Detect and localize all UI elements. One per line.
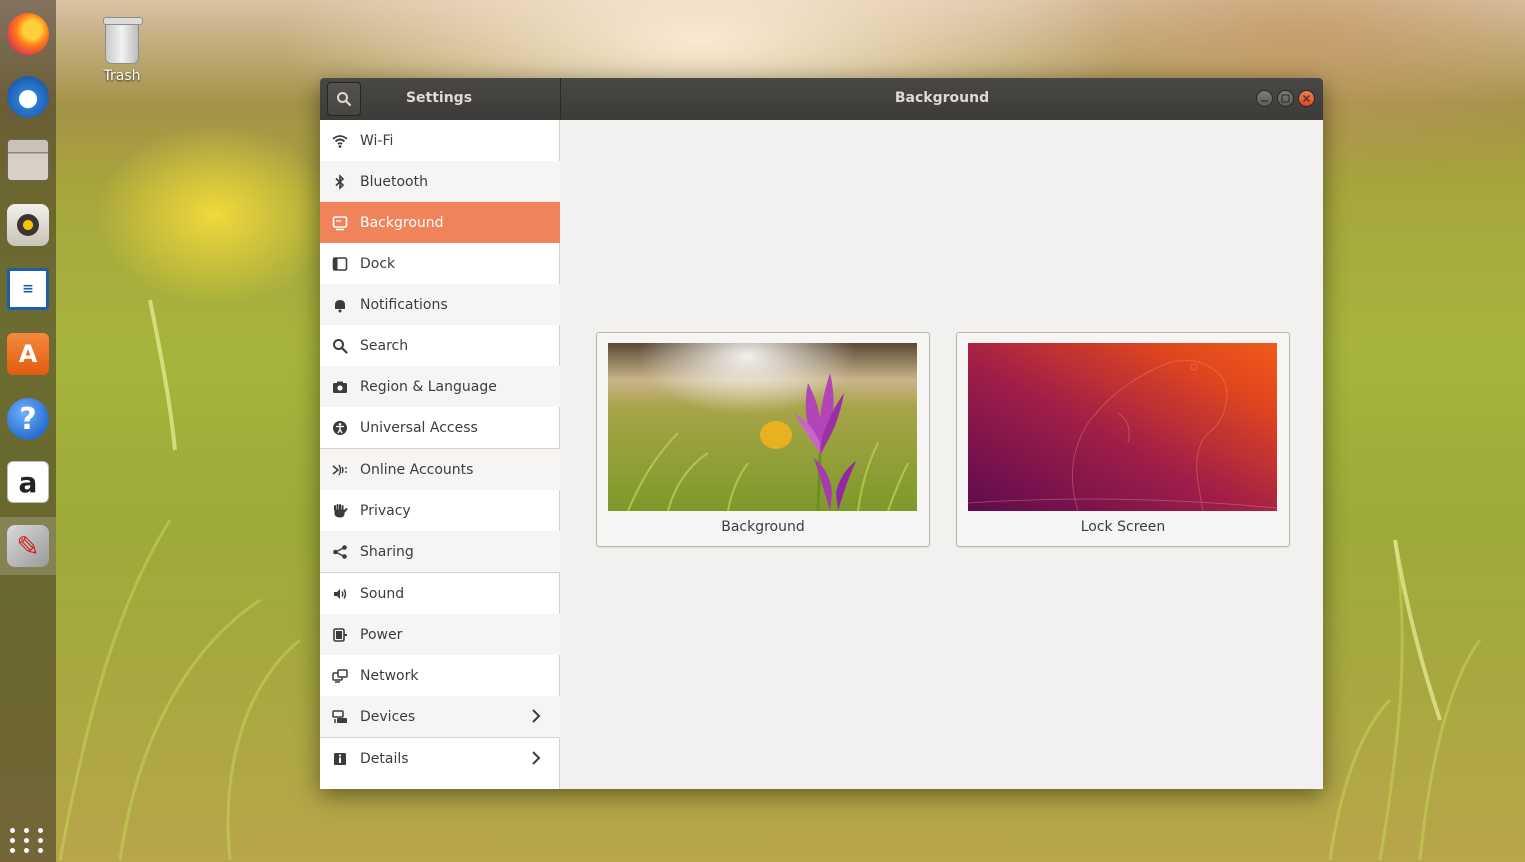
camera-icon: [332, 379, 348, 395]
bell-icon: [332, 297, 348, 313]
settings-title: Settings: [405, 90, 473, 106]
search-icon: [337, 92, 352, 107]
sidebar-item-label: Network: [360, 667, 419, 684]
sidebar-item-privacy[interactable]: Privacy: [320, 490, 560, 531]
thunderbird-icon: [7, 76, 49, 118]
sidebar-item-notifications[interactable]: Notifications: [320, 284, 560, 325]
close-button[interactable]: [1298, 90, 1315, 107]
maximize-icon: [1281, 94, 1290, 103]
software-icon: A: [7, 333, 49, 375]
firefox-icon: [7, 13, 49, 55]
sidebar-item-online-accounts[interactable]: Online Accounts: [320, 449, 560, 490]
sidebar-item-label: Notifications: [360, 296, 448, 313]
power-icon: [332, 627, 348, 643]
sidebar-item-label: Online Accounts: [360, 461, 474, 478]
software-launcher[interactable]: A: [0, 325, 56, 383]
trash-desktop-icon[interactable]: Trash: [92, 17, 152, 84]
trash-icon: [103, 17, 143, 64]
chevron-right-icon: [532, 751, 541, 765]
settings-sidebar: Wi-Fi Bluetooth Background Dock Notifica…: [320, 120, 560, 789]
sidebar-item-background[interactable]: Background: [320, 202, 560, 243]
amazon-launcher[interactable]: a: [0, 453, 56, 511]
titlebar[interactable]: Settings Background: [320, 78, 1323, 120]
sidebar-item-network[interactable]: Network: [320, 655, 560, 696]
crocus-flower-wallpaper: [608, 343, 917, 511]
sidebar-item-devices[interactable]: Devices: [320, 696, 560, 737]
thunderbird-launcher[interactable]: [0, 68, 56, 126]
sidebar-item-label: Universal Access: [360, 419, 478, 436]
help-icon: ?: [7, 398, 49, 440]
writer-icon: ≡: [7, 268, 49, 310]
background-icon: [332, 215, 348, 231]
network-icon: [332, 668, 348, 684]
settings-window: Settings Background Wi-Fi Bluetooth Back…: [320, 78, 1323, 789]
files-icon: [7, 139, 49, 181]
titlebar-left-pane: Settings: [320, 78, 561, 120]
bluetooth-icon: [332, 173, 348, 190]
writer-launcher[interactable]: ≡: [0, 260, 56, 318]
sidebar-item-label: Sharing: [360, 543, 414, 560]
settings-icon: ✎: [7, 525, 49, 567]
dock-icon: [332, 256, 348, 272]
chevron-right-icon: [532, 709, 541, 723]
sidebar-item-label: Search: [360, 337, 409, 354]
firefox-launcher[interactable]: [0, 5, 56, 63]
sidebar-item-label: Devices: [360, 708, 416, 725]
sidebar-item-dock[interactable]: Dock: [320, 243, 560, 284]
share-icon: [332, 544, 348, 560]
card-label: Lock Screen: [1080, 519, 1166, 535]
files-launcher[interactable]: [0, 131, 56, 189]
page-title: Background: [894, 90, 990, 106]
sidebar-item-label: Bluetooth: [360, 173, 428, 190]
accessibility-icon: [332, 420, 348, 436]
wifi-icon: [332, 133, 348, 149]
rhythmbox-icon: [7, 204, 49, 246]
sidebar-item-sound[interactable]: Sound: [320, 573, 560, 614]
sidebar-item-details[interactable]: Details: [320, 738, 560, 779]
sidebar-item-label: Sound: [360, 585, 405, 602]
help-launcher[interactable]: ?: [0, 390, 56, 448]
background-card[interactable]: Background: [596, 332, 930, 547]
search-icon: [332, 338, 348, 354]
sidebar-item-label: Background: [360, 214, 444, 231]
minimize-button[interactable]: [1256, 90, 1273, 107]
sidebar-item-wifi[interactable]: Wi-Fi: [320, 120, 560, 161]
sidebar-item-sharing[interactable]: Sharing: [320, 531, 560, 572]
sidebar-item-bluetooth[interactable]: Bluetooth: [320, 161, 560, 202]
sidebar-item-label: Details: [360, 750, 409, 767]
minimize-icon: [1261, 100, 1268, 102]
devices-icon: [332, 709, 348, 725]
sidebar-item-universal-access[interactable]: Universal Access: [320, 407, 560, 448]
launcher-dock: ≡ A ? a ✎: [0, 0, 56, 862]
info-icon: [332, 751, 348, 767]
speaker-icon: [332, 586, 348, 602]
rhythmbox-launcher[interactable]: [0, 196, 56, 254]
sidebar-item-label: Power: [360, 626, 403, 643]
hand-icon: [332, 503, 348, 519]
sidebar-item-label: Region & Language: [360, 378, 497, 395]
sidebar-item-search[interactable]: Search: [320, 325, 560, 366]
settings-launcher[interactable]: ✎: [0, 517, 56, 575]
trash-label: Trash: [103, 68, 141, 84]
ubuntu-purple-orange-wallpaper: [968, 343, 1277, 511]
sidebar-item-label: Wi-Fi: [360, 132, 394, 149]
close-icon: [1302, 94, 1311, 103]
card-label: Background: [721, 519, 805, 535]
sidebar-item-region-language[interactable]: Region & Language: [320, 366, 560, 407]
sidebar-item-label: Dock: [360, 255, 396, 272]
sidebar-item-label: Privacy: [360, 502, 411, 519]
sidebar-item-power[interactable]: Power: [320, 614, 560, 655]
window-controls: [1256, 90, 1315, 107]
search-button[interactable]: [327, 82, 361, 116]
online-accounts-icon: [332, 462, 348, 478]
show-apps-icon[interactable]: [6, 824, 50, 856]
maximize-button[interactable]: [1277, 90, 1294, 107]
lock-screen-card[interactable]: Lock Screen: [956, 332, 1290, 547]
amazon-icon: a: [7, 461, 49, 503]
